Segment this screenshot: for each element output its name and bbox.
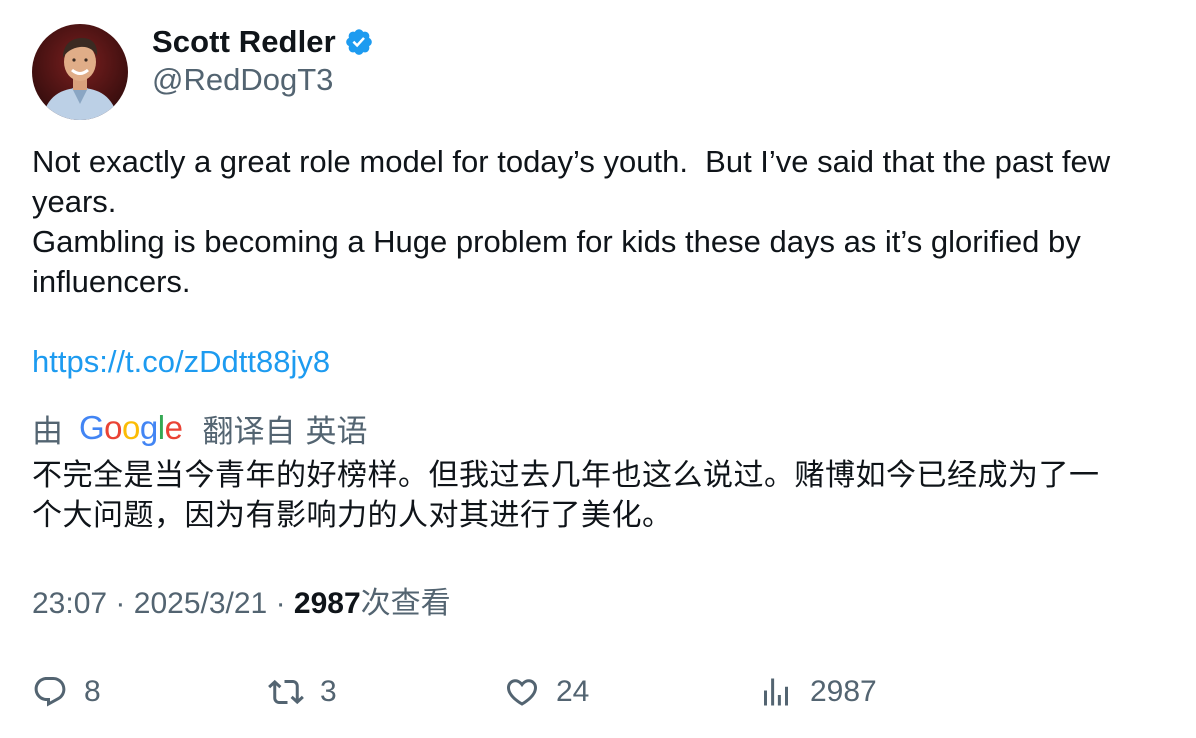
translated-text-line: 个大问题，因为有影响力的人对其进行了美化。	[32, 498, 673, 533]
like-button[interactable]: 24	[504, 670, 589, 714]
retweet-count: 3	[320, 675, 337, 708]
tweet-time[interactable]: 23:07	[32, 587, 107, 620]
meta-separator: ·	[275, 587, 286, 620]
source-language: 英语	[305, 413, 368, 449]
retweet-button[interactable]: 3	[268, 670, 337, 714]
translated-text-line: 不完全是当今青年的好榜样。但我过去几年也这么说过。赌博如今已经成为了一	[32, 458, 1100, 493]
reply-button[interactable]: 8	[32, 670, 101, 714]
views-count: 2987	[293, 587, 361, 620]
meta-separator: ·	[115, 587, 126, 620]
tweet-text-line: Not exactly a great role model for today…	[32, 144, 1111, 179]
translation-attribution: 由 Google 翻译自 英语	[32, 406, 367, 450]
reply-count: 8	[84, 675, 101, 708]
avatar[interactable]	[32, 24, 128, 120]
user-name-row: Scott Redler	[152, 22, 374, 62]
tweet-text-line: years.	[32, 184, 117, 219]
views-button[interactable]: 2987	[758, 670, 877, 714]
tweet-text-line: influencers.	[32, 264, 191, 299]
tweet-card: Scott Redler @RedDogT3 Not exactly a gre…	[0, 0, 1196, 738]
tweet-text-line: Gambling is becoming a Huge problem for …	[32, 224, 1081, 259]
reply-icon	[34, 677, 66, 707]
google-logo: Google	[79, 409, 183, 446]
tweet-meta: 23:07 · 2025/3/21 · 2987次查看	[32, 584, 451, 624]
views-action-count: 2987	[810, 675, 877, 708]
retweet-icon	[268, 679, 304, 705]
user-handle[interactable]: @RedDogT3	[152, 62, 333, 98]
translated-from-label: 翻译自	[202, 413, 296, 449]
action-bar: 8 3 24 2987	[32, 670, 1162, 714]
translated-by-label: 由	[32, 413, 63, 449]
translated-text: 不完全是当今青年的好榜样。但我过去几年也这么说过。赌博如今已经成为了一 个大问题…	[32, 456, 1172, 536]
avatar-image	[32, 24, 128, 120]
heart-icon	[506, 679, 538, 706]
tweet-text: Not exactly a great role model for today…	[32, 142, 1172, 382]
like-count: 24	[556, 675, 590, 708]
views-chart-icon	[764, 678, 788, 706]
views-label: 次查看	[360, 587, 451, 620]
tweet-link[interactable]: https://t.co/zDdtt88jy8	[32, 342, 1172, 382]
verified-badge-icon	[344, 27, 374, 57]
display-name[interactable]: Scott Redler	[152, 24, 336, 60]
tweet-date[interactable]: 2025/3/21	[134, 587, 267, 620]
